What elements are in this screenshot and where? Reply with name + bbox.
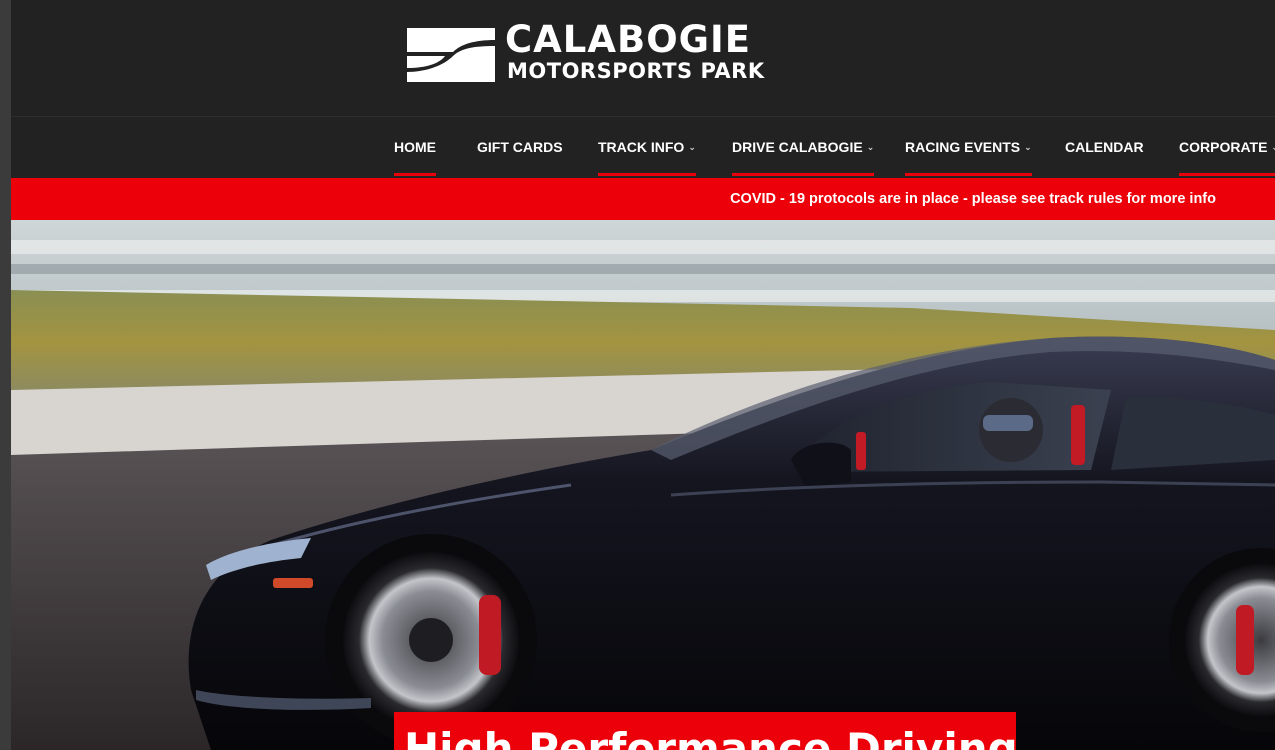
active-indicator [598, 173, 696, 176]
nav-item-corporate[interactable]: CORPORATE⌄ [1179, 117, 1275, 178]
active-indicator [1179, 173, 1275, 176]
site-header: CALABOGIE MOTORSPORTS PARK [11, 0, 1275, 117]
nav-item-label: CALENDAR [1065, 139, 1144, 155]
nav-item-track-info[interactable]: TRACK INFO ⌄ [598, 117, 696, 178]
logo-subtitle: MOTORSPORTS PARK [507, 59, 765, 83]
nav-item-label: HOME [394, 139, 436, 155]
chevron-down-icon: ⌄ [1024, 142, 1032, 152]
hero-title-box: High Performance Driving [394, 712, 1016, 750]
active-indicator [732, 173, 875, 176]
chevron-down-icon: ⌄ [688, 142, 696, 152]
active-indicator [394, 173, 436, 176]
nav-item-label: DRIVE CALABOGIE [732, 139, 863, 155]
nav-item-calendar[interactable]: CALENDAR [1065, 117, 1144, 178]
nav-item-label: TRACK INFO [598, 139, 685, 155]
hero-title: High Performance Driving [404, 724, 1016, 750]
covid-alert-link[interactable]: COVID - 19 protocols are in place - plea… [730, 178, 1216, 220]
covid-alert-bar: COVID - 19 protocols are in place - plea… [11, 178, 1275, 220]
browser-viewport: CALABOGIE MOTORSPORTS PARK HOME GIFT CAR… [0, 0, 1275, 750]
nav-item-label: RACING EVENTS [905, 139, 1021, 155]
website: CALABOGIE MOTORSPORTS PARK HOME GIFT CAR… [11, 0, 1275, 750]
nav-item-racing-events[interactable]: RACING EVENTS ⌄ [905, 117, 1032, 178]
site-logo-link[interactable]: CALABOGIE MOTORSPORTS PARK [405, 18, 835, 86]
nav-item-gift-cards[interactable]: GIFT CARDS [477, 117, 563, 178]
chevron-down-icon: ⌄ [1271, 117, 1275, 177]
track-logo-icon [407, 28, 495, 82]
logo-title: CALABOGIE [505, 18, 752, 61]
nav-item-drive-calabogie[interactable]: DRIVE CALABOGIE ⌄ [732, 117, 875, 178]
active-indicator [905, 173, 1032, 176]
nav-item-home[interactable]: HOME [394, 117, 436, 178]
nav-item-label: CORPORATE [1179, 139, 1268, 155]
nav-item-label: GIFT CARDS [477, 139, 563, 155]
hero-banner: High Performance Driving [11, 220, 1275, 750]
hero-car-image [11, 220, 1275, 750]
chevron-down-icon: ⌄ [866, 142, 875, 152]
main-nav: HOME GIFT CARDS TRACK INFO ⌄ DRIVE CALABO… [11, 117, 1275, 178]
viewport-left-gutter [0, 0, 11, 750]
